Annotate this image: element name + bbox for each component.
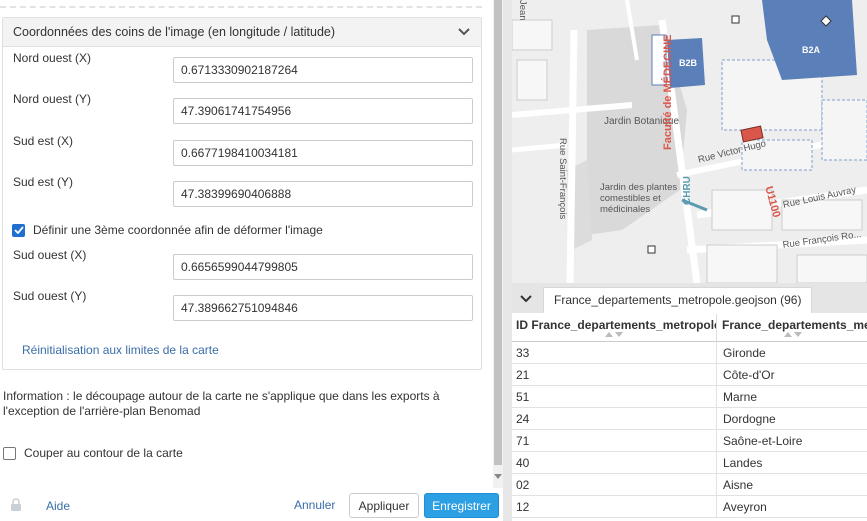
field-row-southwest-x: Sud ouest (X) — [13, 248, 473, 282]
clip-checkbox-label: Couper au contour de la carte — [24, 446, 183, 460]
table-row[interactable]: 51 Marne — [512, 386, 867, 408]
table-tab-bar: France_departements_metropole.geojson (9… — [512, 283, 867, 313]
table-row[interactable]: 40 Landes — [512, 452, 867, 474]
cell-id: 51 — [512, 386, 717, 408]
tab-france-departements[interactable]: France_departements_metropole.geojson (9… — [543, 287, 813, 313]
clip-checkbox[interactable] — [3, 446, 16, 460]
left-panel: Coordonnées des coins de l'image (en lon… — [0, 0, 493, 521]
cell-name: Gironde — [723, 346, 766, 360]
map-label-b2b: B2B — [679, 58, 698, 68]
deform-checkbox-row[interactable]: Définir une 3ème coordonnée afin de défo… — [12, 223, 323, 237]
cell-id: 40 — [512, 452, 717, 474]
field-row-northwest-x: Nord ouest (X) — [13, 51, 473, 85]
field-row-northwest-y: Nord ouest (Y) — [13, 92, 473, 126]
table-body: 33 Gironde 21 Côte-d'Or 51 Marne 24 Dordogne… — [512, 342, 867, 518]
field-label: Sud ouest (X) — [13, 248, 87, 262]
field-row-southeast-x: Sud est (X) — [13, 134, 473, 168]
panel-scrollbar[interactable] — [493, 0, 503, 488]
scrollbar-thumb[interactable] — [494, 0, 502, 465]
sort-icon[interactable] — [783, 326, 802, 340]
field-label: Sud est (X) — [13, 134, 74, 148]
column-header-id[interactable]: ID France_departements_metropole — [512, 314, 717, 342]
map-label-faculte: Faculté de MÉDECINE — [662, 34, 674, 150]
table-row[interactable]: 71 Saône-et-Loire — [512, 430, 867, 452]
northwest-x-input[interactable] — [173, 57, 473, 83]
cell-name: Saône-et-Loire — [723, 434, 803, 448]
reset-to-map-bounds-link[interactable]: Réinitialisation aux limites de la carte — [22, 343, 219, 357]
lock-icon[interactable] — [10, 498, 22, 514]
field-row-southwest-y: Sud ouest (Y) — [13, 289, 473, 323]
table-row[interactable]: 02 Aisne — [512, 474, 867, 496]
map-label-jardin-plantes: Jardin des plantes comestibles et médici… — [600, 182, 678, 215]
map-label-rue-saint-francois: Rue Saint-François — [557, 138, 568, 220]
cell-id: 71 — [512, 430, 717, 452]
deform-checkbox-label: Définir une 3ème coordonnée afin de défo… — [33, 223, 323, 237]
collapse-chevron-icon[interactable] — [520, 292, 532, 306]
field-label: Sud ouest (Y) — [13, 289, 87, 303]
cell-id: 12 — [512, 496, 717, 518]
southeast-y-input[interactable] — [173, 181, 473, 207]
dialog-footer: Aide Annuler Appliquer Enregistrer — [0, 488, 503, 521]
help-link[interactable]: Aide — [46, 499, 70, 513]
field-row-southeast-y: Sud est (Y) — [13, 175, 473, 209]
cell-name: Aisne — [723, 478, 754, 492]
cell-id: 02 — [512, 474, 717, 496]
cell-id: 24 — [512, 408, 717, 430]
scroll-down-arrow-icon[interactable] — [494, 470, 502, 482]
map-label-b2a: B2A — [802, 45, 821, 55]
northwest-y-input[interactable] — [173, 98, 473, 124]
column-header-name[interactable]: France_departements_me — [718, 314, 867, 342]
dashed-separator — [0, 0, 482, 8]
cell-name: Marne — [723, 390, 758, 404]
chevron-down-icon[interactable] — [457, 25, 471, 39]
deform-checkbox[interactable] — [12, 223, 25, 237]
panel-divider[interactable] — [503, 0, 512, 521]
corner-coordinates-section: Coordonnées des coins de l'image (en lon… — [2, 17, 482, 370]
table-row[interactable]: 21 Côte-d'Or — [512, 364, 867, 386]
cell-name: Landes — [723, 456, 763, 470]
cell-name: Aveyron — [723, 500, 767, 514]
table-header: ID France_departements_metropole France_… — [512, 314, 867, 342]
cell-id: 33 — [512, 342, 717, 364]
attribute-table-panel: France_departements_metropole.geojson (9… — [512, 283, 867, 521]
clip-checkbox-row[interactable]: Couper au contour de la carte — [3, 446, 183, 460]
cell-id: 21 — [512, 364, 717, 386]
cell-name: Côte-d'Or — [723, 368, 775, 382]
table-row[interactable]: 24 Dordogne — [512, 408, 867, 430]
table-row[interactable]: 33 Gironde — [512, 342, 867, 364]
section-header[interactable]: Coordonnées des coins de l'image (en lon… — [3, 18, 481, 47]
cell-name: Dordogne — [723, 412, 776, 426]
southeast-x-input[interactable] — [173, 140, 473, 166]
apply-button[interactable]: Appliquer — [349, 493, 419, 518]
info-text: Information : le découpage autour de la … — [3, 389, 440, 418]
field-label: Sud est (Y) — [13, 175, 74, 189]
southwest-y-input[interactable] — [173, 295, 473, 321]
map-view[interactable]: B2B B2A Jardin Botanique Faculté de MÉDE… — [512, 0, 867, 283]
field-label: Nord ouest (X) — [13, 51, 92, 65]
table-row[interactable]: 12 Aveyron — [512, 496, 867, 518]
field-label: Nord ouest (Y) — [13, 92, 92, 106]
southwest-x-input[interactable] — [173, 254, 473, 280]
save-button[interactable]: Enregistrer — [424, 493, 499, 518]
cancel-button[interactable]: Annuler — [288, 493, 341, 517]
map-label-jean: Jean — [517, 0, 528, 21]
sort-icon[interactable] — [605, 326, 623, 340]
section-title: Coordonnées des coins de l'image (en lon… — [13, 25, 336, 39]
